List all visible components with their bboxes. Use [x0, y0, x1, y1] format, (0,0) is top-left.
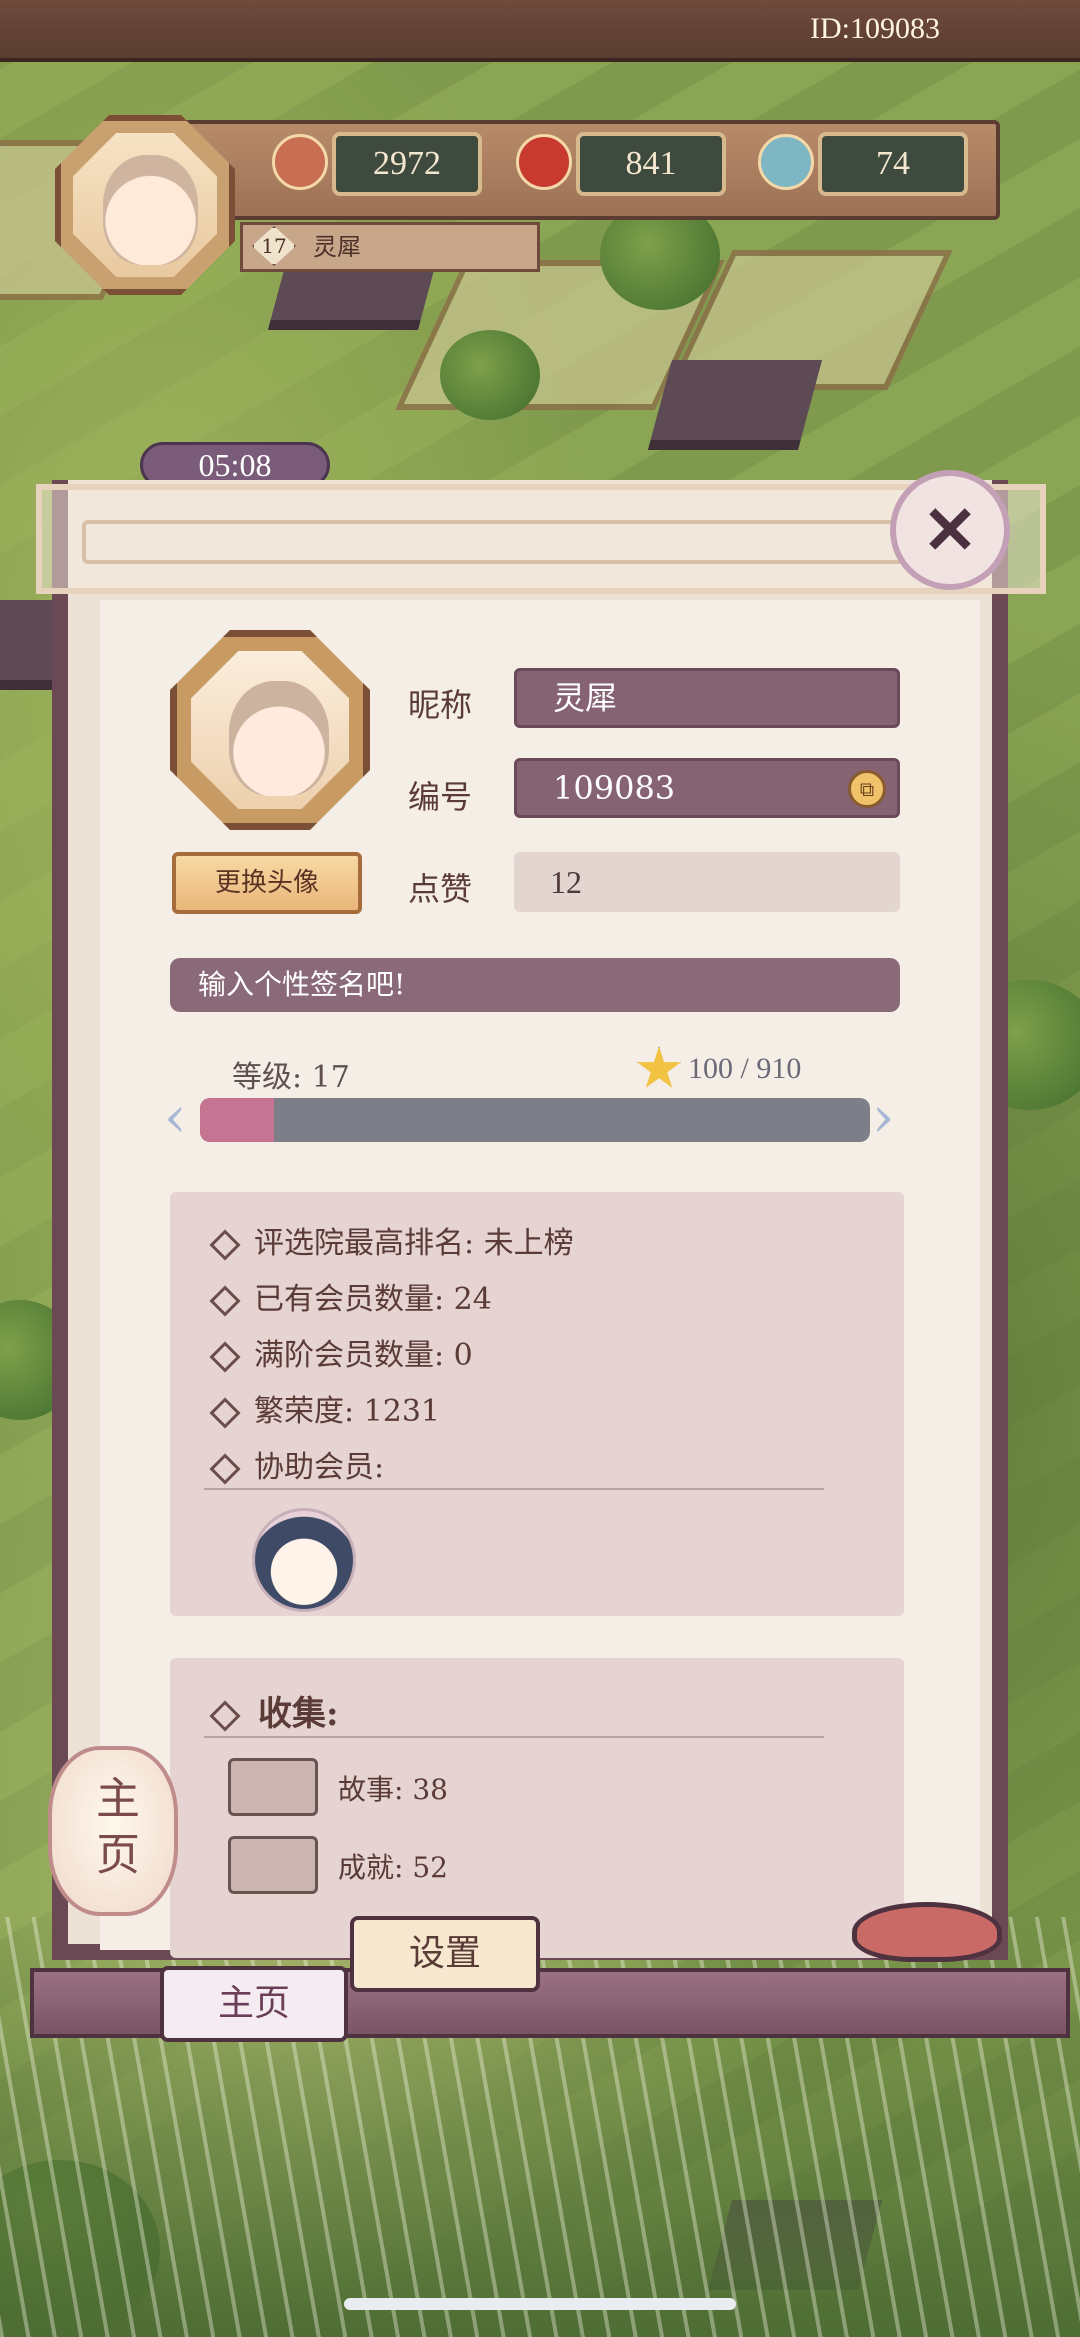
player-id-text: ID:109083: [810, 12, 940, 45]
profile-avatar: [170, 630, 370, 830]
collection-achievements: 成就: 52: [338, 1851, 448, 1884]
id-field: 109083: [514, 758, 900, 818]
nickname-label: 昵称: [408, 686, 473, 724]
diamond-bullet-icon: [209, 1700, 241, 1732]
resource-orbs[interactable]: 841: [576, 132, 726, 196]
assist-member-avatar[interactable]: [252, 1508, 356, 1612]
stat-prosperity: 繁荣度: 1231: [209, 1386, 440, 1430]
player-name: 灵犀: [313, 233, 361, 261]
close-button[interactable]: ✕: [890, 470, 1010, 590]
resource-shells[interactable]: 2972: [332, 132, 482, 196]
diamond-bullet-icon: [209, 1397, 241, 1429]
settings-button[interactable]: 设置: [350, 1916, 540, 1992]
nickname-field[interactable]: 灵犀: [514, 668, 900, 728]
arrow-left-icon[interactable]: ‹: [164, 1090, 186, 1146]
open-book-icon: [228, 1836, 318, 1894]
level-label: 等级: 17: [232, 1060, 350, 1095]
swirl-icon: [758, 134, 814, 190]
exp-progress-bar: [200, 1098, 870, 1142]
home-indicator[interactable]: [344, 2298, 736, 2310]
arrow-right-icon[interactable]: ›: [872, 1090, 894, 1146]
signature-input[interactable]: 输入个性签名吧!: [170, 958, 900, 1012]
likes-label: 点赞: [408, 870, 473, 908]
lantern-home-button[interactable]: 主页: [48, 1746, 178, 1916]
top-status-bar: ID:109083: [0, 0, 1080, 62]
stat-member-count: 已有会员数量: 24: [209, 1274, 492, 1318]
books-icon: [228, 1758, 318, 1816]
stat-best-rank: 评选院最高排名: 未上榜: [209, 1218, 574, 1262]
id-value: 109083: [553, 769, 676, 807]
stats-divider: [204, 1488, 824, 1490]
shell-coin-icon: [272, 134, 328, 190]
resource-swirls[interactable]: 74: [818, 132, 968, 196]
collection-title: 收集:: [209, 1686, 339, 1735]
red-orb-icon: [516, 134, 572, 190]
likes-field: 12: [514, 852, 900, 912]
id-label: 编号: [408, 778, 473, 816]
collection-divider: [204, 1736, 824, 1738]
home-button[interactable]: 主页: [160, 1966, 348, 2042]
diamond-bullet-icon: [209, 1229, 241, 1261]
diamond-bullet-icon: [209, 1453, 241, 1485]
diamond-bullet-icon: [209, 1341, 241, 1373]
stat-maxed-members: 满阶会员数量: 0: [209, 1330, 473, 1374]
stat-assist-members: 协助会员:: [209, 1442, 384, 1486]
close-icon: ✕: [922, 491, 978, 569]
exp-text: 100 / 910: [688, 1052, 802, 1085]
player-avatar[interactable]: [55, 115, 235, 295]
bowl-decoration: [852, 1902, 1002, 1962]
collection-stories: 故事: 38: [338, 1773, 448, 1806]
copy-icon[interactable]: ⧉: [848, 770, 886, 808]
change-avatar-button[interactable]: 更换头像: [172, 852, 362, 914]
diamond-bullet-icon: [209, 1285, 241, 1317]
exp-progress-fill: [200, 1098, 274, 1142]
